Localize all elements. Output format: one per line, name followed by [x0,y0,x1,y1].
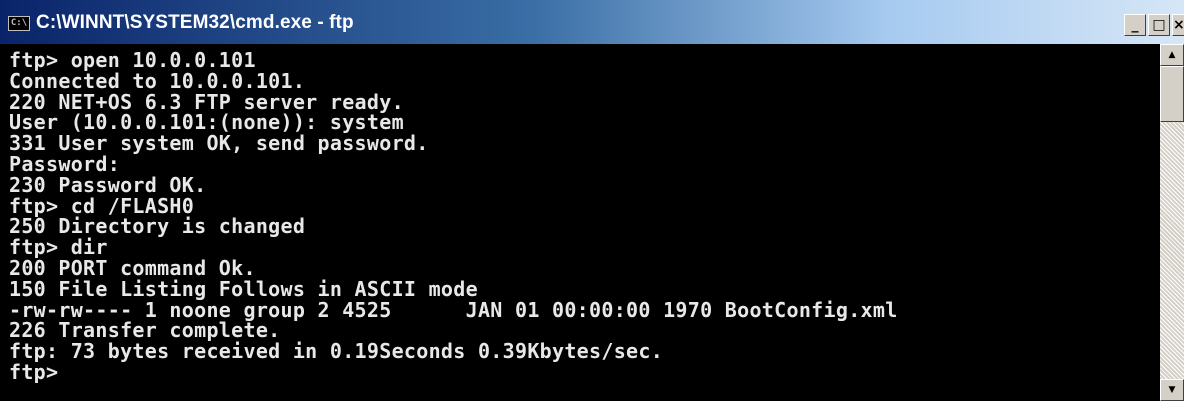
console-icon[interactable]: C:\ [8,16,30,31]
minimize-button[interactable]: _ [1124,14,1146,36]
console-window: C:\ C:\WINNT\SYSTEM32\cmd.exe - ftp _ □ … [0,0,1184,401]
title-bar[interactable]: C:\ C:\WINNT\SYSTEM32\cmd.exe - ftp _ □ … [0,0,1184,44]
vertical-scrollbar[interactable]: ▲ ▼ [1160,44,1184,401]
maximize-button[interactable]: □ [1148,14,1170,36]
console-text: ftp> open 10.0.0.101 Connected to 10.0.0… [9,48,898,384]
window-title: C:\WINNT\SYSTEM32\cmd.exe - ftp [36,12,354,33]
scroll-up-button[interactable]: ▲ [1160,44,1184,66]
close-button[interactable]: × [1172,14,1184,36]
console-output[interactable]: ftp> open 10.0.0.101 Connected to 10.0.0… [0,44,1160,401]
caption-buttons: _ □ × [1124,14,1184,36]
scroll-thumb[interactable] [1160,66,1184,122]
scroll-down-button[interactable]: ▼ [1160,379,1184,401]
